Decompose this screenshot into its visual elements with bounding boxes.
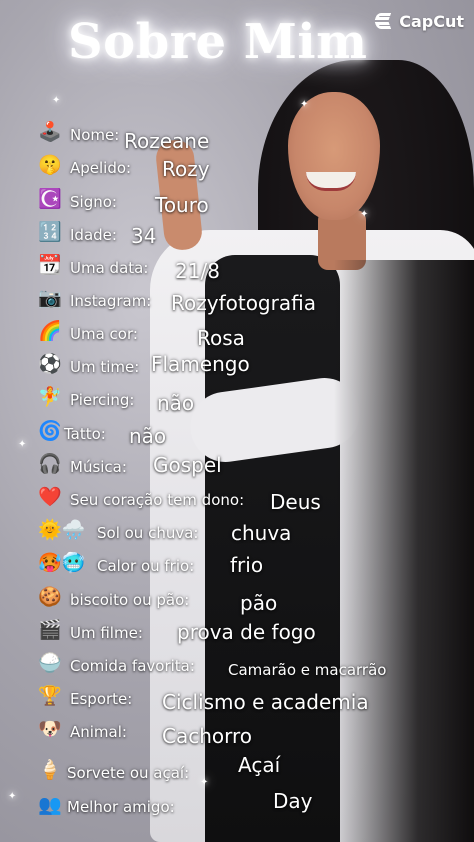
- capcut-watermark: CapCut: [374, 12, 464, 31]
- ice-cream-icon: 🍦: [38, 759, 62, 781]
- field-value: prova de fogo: [177, 620, 316, 644]
- field-value: Rosa: [197, 326, 245, 350]
- sparkle-icon: ✦: [52, 95, 61, 106]
- cookie-icon: 🍪: [38, 586, 62, 608]
- calendar-icon: 📆: [38, 254, 62, 276]
- sparkle-icon: ✦: [18, 439, 27, 450]
- field-value: Gospel: [153, 453, 222, 477]
- field-label: Idade:: [70, 226, 117, 244]
- soccer-ball-icon: ⚽: [38, 353, 62, 375]
- cyclone-icon: 🌀: [38, 420, 62, 442]
- field-label: Sol ou chuva:: [97, 524, 199, 542]
- fairy-icon: 🧚: [38, 386, 62, 408]
- field-value: frio: [230, 553, 264, 577]
- field-label: Esporte:: [70, 690, 133, 708]
- field-value: Flamengo: [151, 352, 250, 376]
- field-label: Um time:: [70, 358, 140, 376]
- photo-shadow: [334, 260, 474, 842]
- field-label: Nome:: [70, 126, 120, 144]
- dog-face-icon: 🐶: [38, 718, 62, 740]
- field-label: Uma cor:: [70, 325, 138, 343]
- sparkle-icon: ✦: [200, 777, 209, 788]
- joystick-icon: 🕹️: [38, 121, 62, 143]
- rice-bowl-icon: 🍚: [38, 652, 62, 674]
- field-label: Calor ou frio:: [97, 557, 195, 575]
- trophy-icon: 🏆: [38, 685, 62, 707]
- field-value: Rozy: [162, 157, 210, 181]
- field-label: Apelido:: [70, 159, 132, 177]
- field-value: Cachorro: [162, 724, 253, 748]
- field-value: pão: [240, 591, 278, 615]
- clapper-board-icon: 🎬: [38, 619, 62, 641]
- star-crescent-icon: ☪️: [38, 188, 62, 210]
- field-label: Sorvete ou açaí:: [67, 764, 190, 782]
- busts-icon: 👥: [38, 794, 62, 816]
- field-value: 21/8: [175, 259, 220, 283]
- heart-icon: ❤️: [38, 486, 62, 508]
- field-label: Piercing:: [70, 391, 135, 409]
- sun-rain-icon: 🌞🌧️: [38, 519, 86, 541]
- rainbow-icon: 🌈: [38, 320, 62, 342]
- sparkle-icon: ✦: [300, 99, 309, 110]
- field-label: Animal:: [70, 723, 127, 741]
- hot-cold-face-icon: 🥵🥶: [38, 552, 86, 574]
- field-value: Day: [273, 789, 313, 813]
- field-label: Melhor amigo:: [67, 798, 175, 816]
- field-value: 34: [131, 224, 157, 248]
- camera-icon: 📷: [38, 287, 62, 309]
- sparkle-icon: ✦: [360, 209, 369, 220]
- field-value: Rozeane: [124, 129, 210, 153]
- field-value: Deus: [270, 490, 321, 514]
- field-label: Instagram:: [70, 292, 152, 310]
- field-label: Um filme:: [70, 624, 143, 642]
- field-label: Signo:: [70, 193, 117, 211]
- capcut-logo-icon: [374, 13, 394, 31]
- field-value: Açaí: [238, 753, 281, 777]
- sparkle-icon: ✦: [8, 791, 17, 802]
- shushing-face-icon: 🤫: [38, 154, 62, 176]
- field-label: Seu coração tem dono:: [70, 491, 245, 509]
- numbers-icon: 🔢: [38, 221, 62, 243]
- field-label: Música:: [70, 458, 127, 476]
- field-value: Ciclismo e academia: [162, 690, 369, 714]
- field-value: chuva: [231, 521, 292, 545]
- field-value: não: [129, 424, 167, 448]
- capcut-brand-label: CapCut: [399, 12, 464, 31]
- field-value: Touro: [155, 193, 209, 217]
- field-label: Comida favorita:: [70, 657, 195, 675]
- field-value: não: [157, 391, 195, 415]
- field-label: Uma data:: [70, 259, 149, 277]
- field-label: biscoito ou pão:: [70, 591, 190, 609]
- field-label: Tatto:: [64, 425, 106, 443]
- headphones-icon: 🎧: [38, 453, 62, 475]
- story-canvas: ✦ ✦ ✦ ✦ ✦ ✦ Sobre Mim CapCut 🕹️ Nome: Ro…: [0, 0, 474, 842]
- field-value: Camarão e macarrão: [228, 661, 387, 679]
- field-value: Rozyfotografia: [171, 291, 316, 315]
